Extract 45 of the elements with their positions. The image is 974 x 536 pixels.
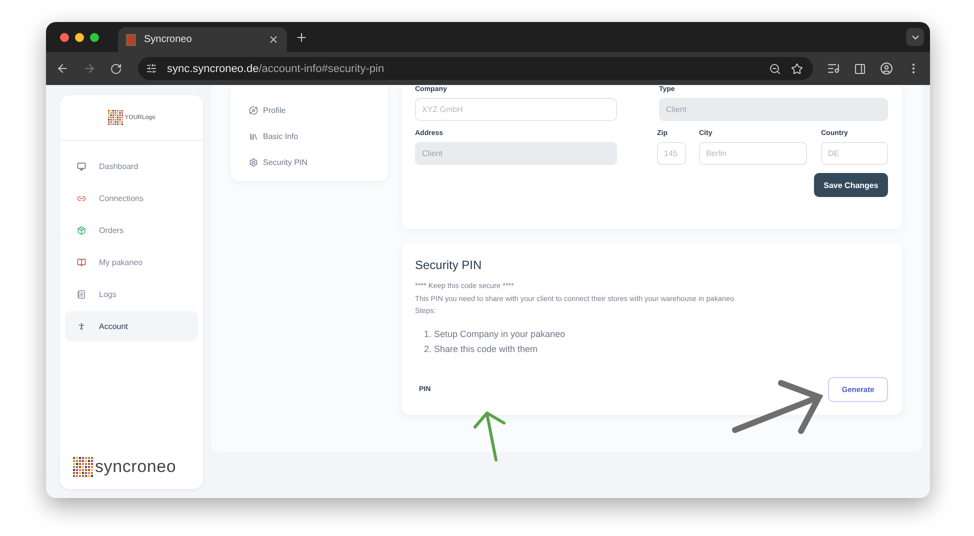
address-bar[interactable]: sync.syncroneo.de/account-info#security-pin: [138, 57, 813, 80]
library-icon: [249, 132, 258, 141]
input-field[interactable]: Berlin: [699, 142, 807, 165]
link-icon: [77, 194, 86, 202]
arrow-drawing: [472, 409, 508, 463]
submenu-item[interactable]: Security PIN: [249, 155, 388, 170]
step-item: 2. Share this code with them: [424, 342, 538, 356]
box-icon: [77, 226, 86, 234]
input-field[interactable]: XYZ GmbH: [415, 98, 617, 121]
minimize-window-button[interactable]: [75, 32, 84, 42]
sidebar-item[interactable]: Connections: [65, 183, 198, 213]
step-item: 1. Setup Company in your pakaneo: [424, 328, 566, 341]
favicon-icon: [126, 34, 136, 46]
back-icon[interactable]: [56, 62, 69, 75]
input-field[interactable]: 145: [657, 142, 686, 165]
media-icon[interactable]: [827, 62, 840, 75]
site-settings-icon[interactable]: [146, 63, 157, 74]
zoom-out-icon[interactable]: [769, 62, 781, 74]
submenu-item[interactable]: Profile: [249, 103, 388, 118]
sidebar-item[interactable]: Orders: [65, 215, 198, 245]
browser-tab[interactable]: Syncroneo: [118, 27, 287, 52]
save-button[interactable]: Save Changes: [814, 173, 888, 197]
new-tab-icon[interactable]: [295, 30, 308, 44]
brand-name: syncroneo: [95, 457, 176, 477]
tab-search-button[interactable]: [906, 28, 924, 46]
card-title: Security PIN: [415, 258, 483, 272]
brand-logo-icon: [73, 457, 93, 477]
close-tab-icon[interactable]: [268, 34, 279, 45]
star-icon[interactable]: [791, 62, 803, 74]
maximize-window-button[interactable]: [90, 32, 99, 42]
sidebar-item[interactable]: Account: [65, 311, 198, 341]
close-window-button[interactable]: [60, 32, 69, 42]
url-text: sync.syncroneo.de/account-info#security-pin: [167, 62, 386, 74]
gear-icon: [249, 158, 258, 167]
logo-icon: [108, 110, 123, 125]
monitor-icon: [77, 162, 86, 170]
input-field[interactable]: DE: [821, 142, 888, 165]
sidebar-item[interactable]: Logs: [65, 279, 198, 309]
forward-icon[interactable]: [83, 62, 96, 75]
side-panel-icon[interactable]: [854, 62, 866, 74]
sidebar-item[interactable]: Dashboard: [65, 151, 198, 181]
submenu-item[interactable]: Basic Info: [249, 129, 388, 144]
reload-icon[interactable]: [110, 62, 122, 74]
book-icon: [77, 258, 86, 266]
sidebar-item[interactable]: My pakaneo: [65, 247, 198, 277]
